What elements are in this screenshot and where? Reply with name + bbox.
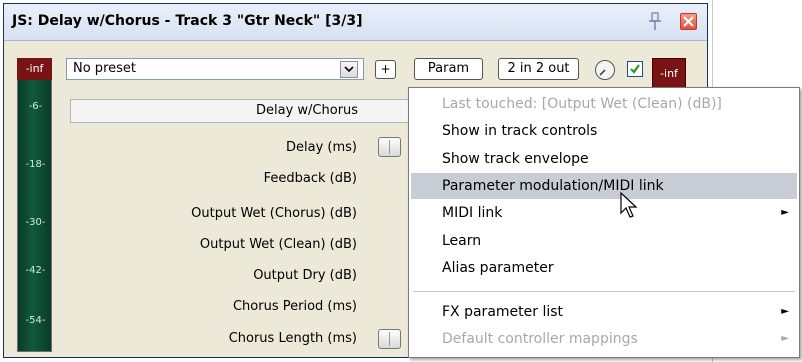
vu-tick: -42- — [25, 265, 46, 276]
submenu-arrow-icon: ► — [781, 306, 789, 317]
chorus-length-slider-knob[interactable] — [378, 329, 401, 349]
bypass-checkbox[interactable] — [627, 61, 643, 77]
mouse-cursor-icon — [620, 191, 638, 218]
param-label-chorus-period: Chorus Period (ms) — [232, 299, 357, 314]
preset-menu-button[interactable]: + — [375, 60, 396, 79]
param-label-output-dry: Output Dry (dB) — [253, 268, 357, 283]
close-icon — [683, 16, 694, 27]
window-title: JS: Delay w/Chorus - Track 3 "Gtr Neck" … — [12, 13, 363, 29]
menu-item-show-in-track-controls[interactable]: Show in track controls — [411, 118, 797, 144]
vu-tick: -54- — [25, 315, 46, 326]
knob-icon — [599, 69, 606, 76]
submenu-arrow-icon: ► — [781, 207, 789, 218]
plugin-name-header: Delay w/Chorus — [70, 99, 410, 123]
menu-item-parameter-modulation[interactable]: Parameter modulation/MIDI link — [411, 173, 797, 199]
vu-tick: -6- — [28, 101, 43, 112]
menu-item-default-controller-mappings: Default controller mappings ► — [411, 326, 797, 352]
menu-separator — [413, 291, 795, 292]
vu-tick: -30- — [25, 217, 46, 228]
param-label-delay: Delay (ms) — [286, 140, 357, 155]
context-menu: Last touched: [Output Wet (Clean) (dB)] … — [408, 87, 800, 358]
check-icon — [630, 64, 640, 74]
param-label-feedback: Feedback (dB) — [263, 171, 357, 186]
chevron-down-icon — [344, 66, 354, 73]
param-label-output-wet-chorus: Output Wet (Chorus) (dB) — [191, 206, 357, 221]
pin-icon[interactable] — [646, 12, 664, 32]
menu-item-fx-parameter-list[interactable]: FX parameter list ► — [411, 299, 797, 325]
menu-item-show-track-envelope[interactable]: Show track envelope — [411, 146, 797, 172]
param-button[interactable]: Param — [414, 58, 483, 80]
menu-item-alias-parameter[interactable]: Alias parameter — [411, 255, 797, 281]
close-button[interactable] — [680, 13, 697, 30]
vu-tick: -18- — [25, 159, 46, 170]
param-label-chorus-length: Chorus Length (ms) — [228, 331, 357, 346]
preset-dropdown[interactable]: No preset — [66, 58, 364, 80]
input-peak-readout[interactable]: -inf — [17, 58, 52, 80]
preset-dropdown-button[interactable] — [340, 61, 358, 78]
submenu-arrow-icon: ► — [781, 333, 789, 344]
title-bar[interactable]: JS: Delay w/Chorus - Track 3 "Gtr Neck" … — [4, 4, 707, 41]
delay-slider-knob[interactable] — [378, 137, 401, 157]
output-peak-readout[interactable]: -inf — [652, 58, 686, 88]
param-label-output-wet-clean: Output Wet (Clean) (dB) — [199, 237, 357, 252]
io-button[interactable]: 2 in 2 out — [498, 58, 579, 80]
wet-knob[interactable] — [595, 60, 615, 80]
menu-item-last-touched: Last touched: [Output Wet (Clean) (dB)] — [442, 96, 722, 112]
input-vu-meter: -6- -18- -30- -42- -54- — [17, 58, 52, 352]
menu-item-learn[interactable]: Learn — [411, 228, 797, 254]
menu-item-midi-link[interactable]: MIDI link ► — [411, 200, 797, 226]
